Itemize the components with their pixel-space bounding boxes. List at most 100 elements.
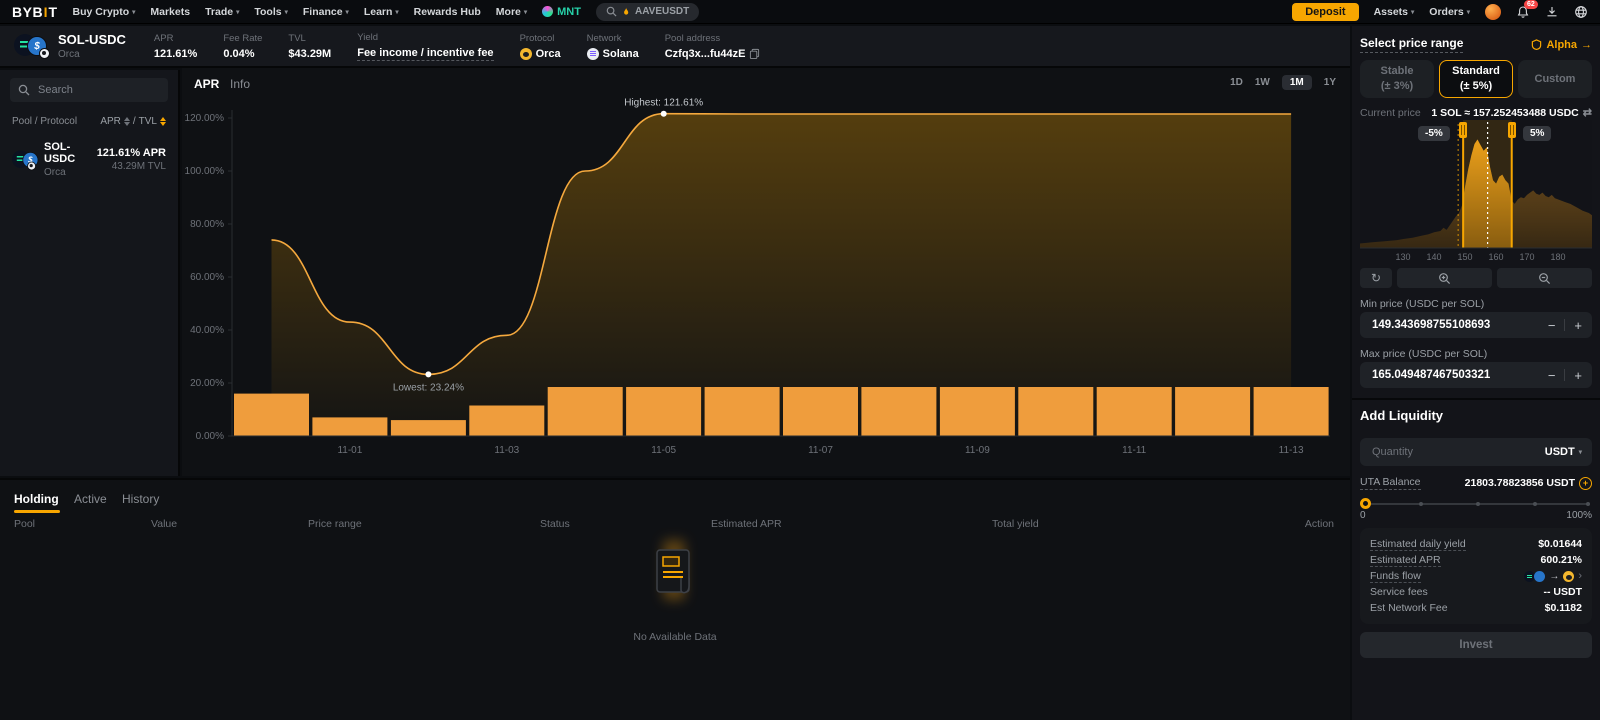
range-1w-button[interactable]: 1W (1255, 77, 1270, 88)
search-icon (18, 84, 30, 96)
nav-item-more[interactable]: More▾ (496, 6, 527, 18)
select-price-range-title: Select price range (1360, 36, 1463, 53)
amount-slider[interactable] (1362, 498, 1590, 510)
tvl-sort-arrows-icon[interactable] (160, 117, 166, 126)
arrow-right-icon: → (1581, 39, 1592, 51)
svg-text:Highest: 121.61%: Highest: 121.61% (624, 98, 703, 109)
zoom-in-button[interactable] (1397, 268, 1492, 288)
svg-text:40.00%: 40.00% (190, 325, 224, 336)
no-data-text: No Available Data (0, 631, 1350, 643)
quantity-input[interactable] (1370, 445, 1545, 459)
range-1y-button[interactable]: 1Y (1324, 77, 1336, 88)
chevron-down-icon: ▾ (346, 8, 349, 16)
nav-item-tools[interactable]: Tools▾ (254, 6, 288, 18)
preset-stable-button[interactable]: Stable(± 3%) (1360, 60, 1434, 98)
liquidity-histogram[interactable]: -5% 5% (1360, 120, 1592, 250)
nav-item-rewards-hub[interactable]: Rewards Hub (414, 6, 481, 18)
sol-usdc-pair-icon: $ (14, 33, 50, 59)
chevron-down-icon: ▾ (524, 8, 527, 16)
tab-info[interactable]: Info (230, 77, 250, 91)
min-price-handle[interactable] (1459, 122, 1467, 138)
histogram-axis: 130 140 150 160 170 180 (1360, 252, 1592, 264)
funds-flow-value[interactable]: → › (1524, 570, 1582, 582)
deposit-button[interactable]: Deposit (1292, 3, 1358, 21)
active-tab-underline (14, 510, 60, 513)
stat-pool-address: Pool address Czfq3x...fu44zE (665, 33, 761, 60)
bybit-logo[interactable]: BYBIT (12, 4, 58, 20)
network-fee-value: $0.1182 (1545, 602, 1582, 614)
preset-custom-button[interactable]: Custom (1518, 60, 1592, 98)
min-decrease-button[interactable]: − (1548, 319, 1556, 332)
min-price-input[interactable] (1370, 318, 1548, 332)
chevron-down-icon: ▾ (1411, 8, 1414, 16)
chevron-down-icon: ▾ (285, 8, 288, 16)
mnt-link[interactable]: MNT (542, 6, 581, 18)
nav-item-buy-crypto[interactable]: Buy Crypto▾ (73, 6, 136, 18)
orders-menu[interactable]: Orders▾ (1429, 6, 1470, 18)
yield-tooltip-trigger[interactable]: Fee income / incentive fee (357, 47, 493, 61)
max-increase-button[interactable]: + (1574, 369, 1582, 382)
notification-badge: 62 (1524, 0, 1538, 9)
apr-chart-panel: APR Info 1D 1W 1M 1Y 0.00%20.00%40.00%60… (182, 68, 1350, 476)
pool-search[interactable] (10, 78, 168, 102)
pool-search-input[interactable] (36, 83, 150, 97)
max-decrease-button[interactable]: − (1548, 369, 1556, 382)
svg-text:11-09: 11-09 (965, 445, 990, 456)
tab-apr[interactable]: APR (194, 77, 219, 91)
notifications-button[interactable]: 62 (1516, 5, 1530, 19)
tab-active[interactable]: Active (74, 492, 107, 506)
stat-network: Network Solana (587, 33, 639, 60)
pool-list-item-sol-usdc[interactable]: $ SOL-USDC Orca 121.61% APR 43.29M TVL (0, 131, 178, 188)
nav-item-learn[interactable]: Learn▾ (364, 6, 399, 18)
copy-icon[interactable] (749, 48, 760, 59)
mnt-icon (542, 6, 553, 17)
sort-by-apr[interactable]: APR (100, 116, 121, 127)
svg-text:0.00%: 0.00% (196, 431, 224, 442)
sort-by-tvl[interactable]: TVL (139, 116, 157, 127)
svg-text:100.00%: 100.00% (185, 166, 225, 177)
nav-search[interactable]: AAVEUSDT (596, 3, 699, 21)
nav-item-markets[interactable]: Markets (150, 6, 190, 18)
apr-sort-arrows-icon[interactable] (124, 117, 130, 126)
max-price-label: Max price (USDC per SOL) (1360, 348, 1487, 360)
column-price-range: Price range (308, 518, 362, 530)
max-price-input[interactable] (1370, 368, 1548, 382)
range-1m-button[interactable]: 1M (1282, 75, 1312, 90)
download-button[interactable] (1545, 5, 1559, 19)
assets-menu[interactable]: Assets▾ (1374, 6, 1415, 18)
svg-text:80.00%: 80.00% (190, 219, 224, 230)
avatar[interactable] (1485, 4, 1501, 20)
tab-history[interactable]: History (122, 492, 159, 506)
chevron-down-icon: ▾ (236, 8, 239, 16)
sol-usdc-pair-icon: $ (12, 149, 36, 170)
tab-holding[interactable]: Holding (14, 492, 59, 506)
invest-button[interactable]: Invest (1360, 632, 1592, 658)
nav-item-trade[interactable]: Trade▾ (205, 6, 239, 18)
empty-state: No Available Data (0, 538, 1350, 643)
svg-text:Lowest: 23.24%: Lowest: 23.24% (393, 382, 464, 393)
zoom-in-icon (1438, 272, 1451, 285)
slider-handle[interactable] (1360, 498, 1371, 509)
zoom-out-button[interactable] (1497, 268, 1592, 288)
daily-yield-label: Estimated daily yield (1370, 538, 1466, 551)
quantity-field: USDT▾ (1360, 438, 1592, 466)
alpha-link[interactable]: Alpha → (1531, 39, 1592, 51)
max-price-handle[interactable] (1508, 122, 1516, 138)
language-button[interactable] (1574, 5, 1588, 19)
add-liquidity-title: Add Liquidity (1360, 408, 1443, 423)
svg-text:60.00%: 60.00% (190, 272, 224, 283)
nav-item-finance[interactable]: Finance▾ (303, 6, 349, 18)
max-price-field: −+ (1360, 362, 1592, 388)
transfer-icon[interactable]: + (1579, 477, 1592, 490)
reset-range-button[interactable]: ↻ (1360, 268, 1392, 288)
svg-text:120.00%: 120.00% (185, 113, 225, 124)
swap-direction-icon[interactable]: ⇄ (1583, 106, 1592, 119)
preset-standard-button[interactable]: Standard(± 5%) (1439, 60, 1513, 98)
min-increase-button[interactable]: + (1574, 319, 1582, 332)
chevron-down-icon: ▾ (1579, 448, 1582, 456)
estimate-details-card: Estimated daily yield$0.01644 Estimated … (1360, 528, 1592, 624)
preset-switch: Stable(± 3%) Standard(± 5%) Custom (1360, 60, 1592, 98)
range-1d-button[interactable]: 1D (1230, 77, 1243, 88)
positions-section: Holding Active History Pool Value Price … (0, 478, 1350, 720)
currency-select[interactable]: USDT▾ (1545, 446, 1582, 458)
